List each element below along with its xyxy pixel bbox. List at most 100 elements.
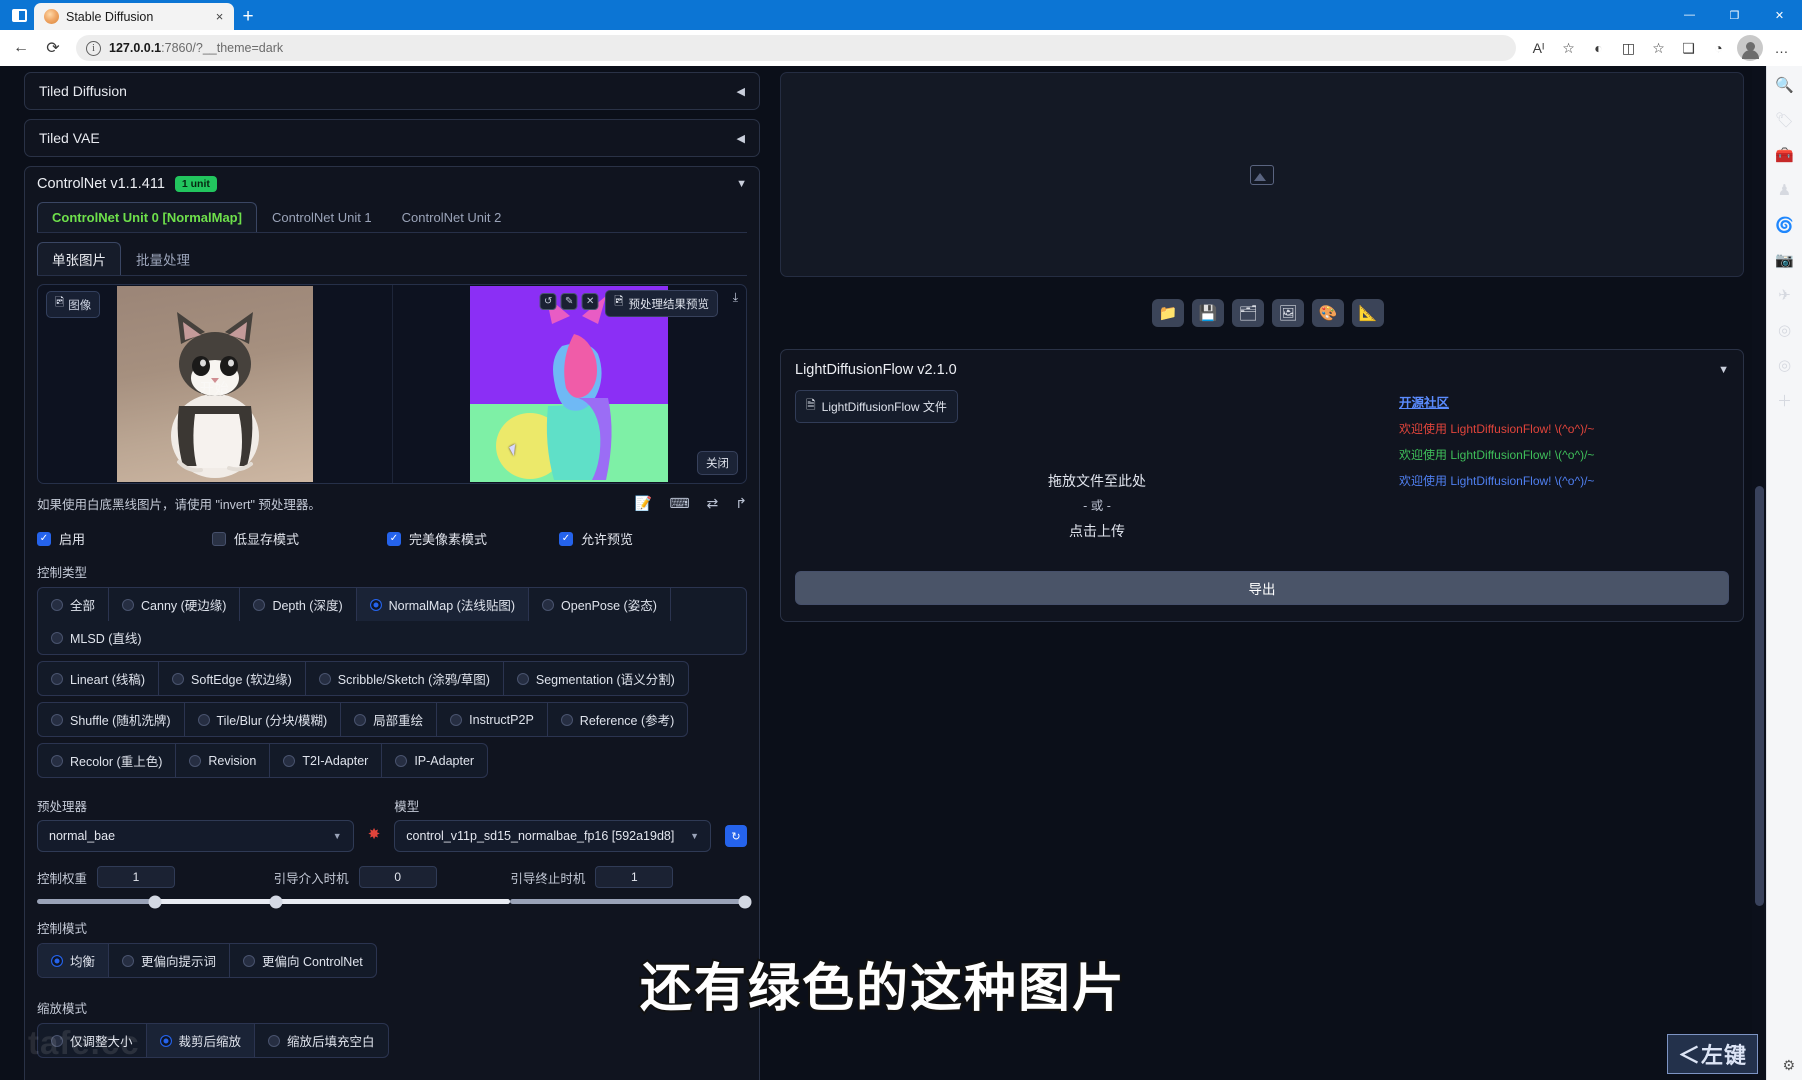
lightdiffusionflow-header[interactable]: LightDiffusionFlow v2.1.0 ▼: [795, 362, 1729, 378]
control-type-t2i-adapter[interactable]: T2I-Adapter: [270, 744, 383, 777]
page-scrollbar[interactable]: [1752, 66, 1766, 1080]
accordion-tiled-vae[interactable]: Tiled VAE ◀: [24, 119, 760, 157]
chevron-down-icon[interactable]: ▼: [333, 831, 342, 841]
address-bar[interactable]: i 127.0.0.1:7860/?__theme=dark: [76, 35, 1516, 61]
resize-mode-resize-fill[interactable]: 缩放后填充空白: [255, 1024, 388, 1057]
refresh-models-icon[interactable]: ↻: [725, 825, 748, 847]
slider-value[interactable]: 1: [595, 866, 674, 888]
chevron-down-icon[interactable]: ▼: [690, 831, 699, 841]
tag-icon[interactable]: 🏷: [1774, 109, 1796, 131]
radio-icon[interactable]: [516, 672, 529, 685]
radio-icon[interactable]: [542, 598, 555, 611]
outlook-icon[interactable]: 📷: [1774, 249, 1796, 271]
resize-mode-crop-resize[interactable]: 裁剪后缩放: [146, 1024, 256, 1057]
result-preview-box[interactable]: [780, 72, 1744, 277]
preprocessor-preview-pane[interactable]: ↺ ✎ ✕ ✐ 🖻 预处理结果预览 ⤓: [393, 285, 747, 483]
lightdiffusionflow-upload-area[interactable]: 🗎 LightDiffusionFlow 文件 拖放文件至此处 - 或 - 点击…: [795, 390, 1399, 545]
radio-icon[interactable]: [450, 713, 463, 726]
search-icon[interactable]: 🔍: [1774, 74, 1796, 96]
ldf-file-chip[interactable]: 🗎 LightDiffusionFlow 文件: [795, 390, 958, 423]
dropzone[interactable]: 拖放文件至此处 - 或 - 点击上传: [795, 468, 1399, 545]
toolbox-icon[interactable]: 🧰: [1774, 144, 1796, 166]
send-to-inpaint-icon[interactable]: 🎨: [1312, 299, 1344, 327]
swirl-icon[interactable]: 🌀: [1774, 214, 1796, 236]
control-type-depth[interactable]: Depth (深度): [240, 588, 357, 621]
export-button[interactable]: 导出: [795, 570, 1729, 605]
explosion-icon[interactable]: ✸: [368, 825, 381, 843]
dropzone-line-2[interactable]: 点击上传: [795, 518, 1399, 545]
tab-single-image[interactable]: 单张图片: [37, 242, 121, 275]
control-type-shuffle[interactable]: Shuffle (随机洗牌): [38, 703, 185, 736]
control-type-lineart[interactable]: Lineart (线稿): [38, 662, 160, 695]
tab-batch-process[interactable]: 批量处理: [121, 242, 205, 275]
control-type-softedge[interactable]: SoftEdge (软边缘): [159, 662, 306, 695]
accordion-tiled-diffusion[interactable]: Tiled Diffusion ◀: [24, 72, 760, 110]
radio-icon[interactable]: [51, 954, 63, 967]
radio-icon[interactable]: [197, 713, 210, 726]
favorites-bar-icon[interactable]: ☆: [1644, 34, 1673, 62]
slider-knob[interactable]: [738, 895, 752, 908]
radio-icon[interactable]: [51, 713, 63, 726]
slider-knob[interactable]: [269, 895, 283, 908]
undo-icon[interactable]: ↺: [539, 293, 557, 310]
maximize-button[interactable]: ❐: [1712, 0, 1757, 30]
browser-essentials-icon[interactable]: ◐: [1584, 34, 1613, 62]
control-type-normalmap[interactable]: NormalMap (法线贴图): [356, 588, 530, 621]
control-type-tile-blur[interactable]: Tile/Blur (分块/模糊): [185, 703, 342, 736]
checkbox-enable-box[interactable]: ✓: [37, 531, 51, 546]
save-icon[interactable]: 💾: [1192, 299, 1224, 327]
reload-icon[interactable]: ⟳: [38, 34, 68, 62]
chevron-down-icon[interactable]: ▼: [1718, 364, 1729, 376]
control-mode-prompt[interactable]: 更偏向提示词: [109, 944, 231, 977]
avatar[interactable]: [1737, 35, 1763, 61]
radio-icon[interactable]: [51, 631, 63, 644]
control-type-instructp2p[interactable]: InstructP2P: [437, 703, 548, 736]
control-type-all[interactable]: 全部: [38, 588, 110, 621]
page-scrollbar-thumb[interactable]: [1755, 486, 1764, 906]
controlnet-header[interactable]: ControlNet v1.1.411 1 unit ▼: [37, 176, 747, 192]
radio-icon[interactable]: [172, 672, 185, 685]
more-options-icon[interactable]: …: [1767, 34, 1796, 62]
gear-icon[interactable]: ⚙: [1782, 1057, 1795, 1074]
radio-icon[interactable]: [243, 954, 256, 967]
openai-icon[interactable]: ◎: [1774, 319, 1796, 341]
send-to-img2img-icon[interactable]: 🖼: [1272, 299, 1304, 327]
radio-icon[interactable]: [369, 598, 382, 611]
tab-controlnet-unit-1[interactable]: ControlNet Unit 1: [257, 202, 387, 232]
set-size-icon[interactable]: ⌨: [669, 495, 689, 512]
favorite-star-icon[interactable]: ☆: [1554, 34, 1583, 62]
checkbox-low-vram-box[interactable]: [212, 531, 226, 546]
radio-icon[interactable]: [51, 598, 63, 611]
open-folder-icon[interactable]: 📁: [1152, 299, 1184, 327]
radio-icon[interactable]: [395, 754, 408, 767]
radio-icon[interactable]: [560, 713, 573, 726]
clear-icon[interactable]: ✕: [581, 293, 599, 310]
control-type-openpose[interactable]: OpenPose (姿态): [529, 588, 671, 621]
edit-icon[interactable]: ✎: [560, 293, 578, 310]
chevron-down-icon[interactable]: ▼: [736, 178, 747, 190]
control-type-reference[interactable]: Reference (参考): [548, 703, 687, 736]
chess-icon[interactable]: ♟: [1774, 179, 1796, 201]
control-type-ip-adapter[interactable]: IP-Adapter: [382, 744, 487, 777]
openai-alt-icon[interactable]: ◎: [1774, 354, 1796, 376]
model-select[interactable]: control_v11p_sd15_normalbae_fp16 [592a19…: [394, 820, 712, 852]
slider-track[interactable]: [510, 895, 752, 908]
swap-icon[interactable]: ⇄: [707, 495, 719, 512]
source-image[interactable]: 开始: [116, 286, 313, 482]
split-screen-icon[interactable]: ◫: [1614, 34, 1643, 62]
preprocessor-select[interactable]: normal_bae ▼: [37, 820, 354, 852]
control-type-mlsd[interactable]: MLSD (直线): [38, 621, 155, 654]
checkbox-allow-preview-box[interactable]: ✓: [559, 531, 573, 546]
collections-icon[interactable]: ❑: [1674, 34, 1703, 62]
radio-icon[interactable]: [283, 754, 296, 767]
zip-icon[interactable]: 🗂: [1232, 299, 1264, 327]
checkbox-low-vram[interactable]: 低显存模式: [212, 529, 387, 548]
radio-icon[interactable]: [253, 598, 266, 611]
radio-icon[interactable]: [159, 1034, 172, 1047]
control-type-segmentation[interactable]: Segmentation (语义分割): [504, 662, 688, 695]
tab-controlnet-unit-0[interactable]: ControlNet Unit 0 [NormalMap]: [37, 202, 257, 232]
chevron-left-icon[interactable]: ◀: [737, 85, 745, 98]
open-source-community-link[interactable]: 开源社区: [1399, 392, 1449, 411]
radio-icon[interactable]: [122, 598, 135, 611]
slider-value[interactable]: 1: [97, 866, 176, 888]
